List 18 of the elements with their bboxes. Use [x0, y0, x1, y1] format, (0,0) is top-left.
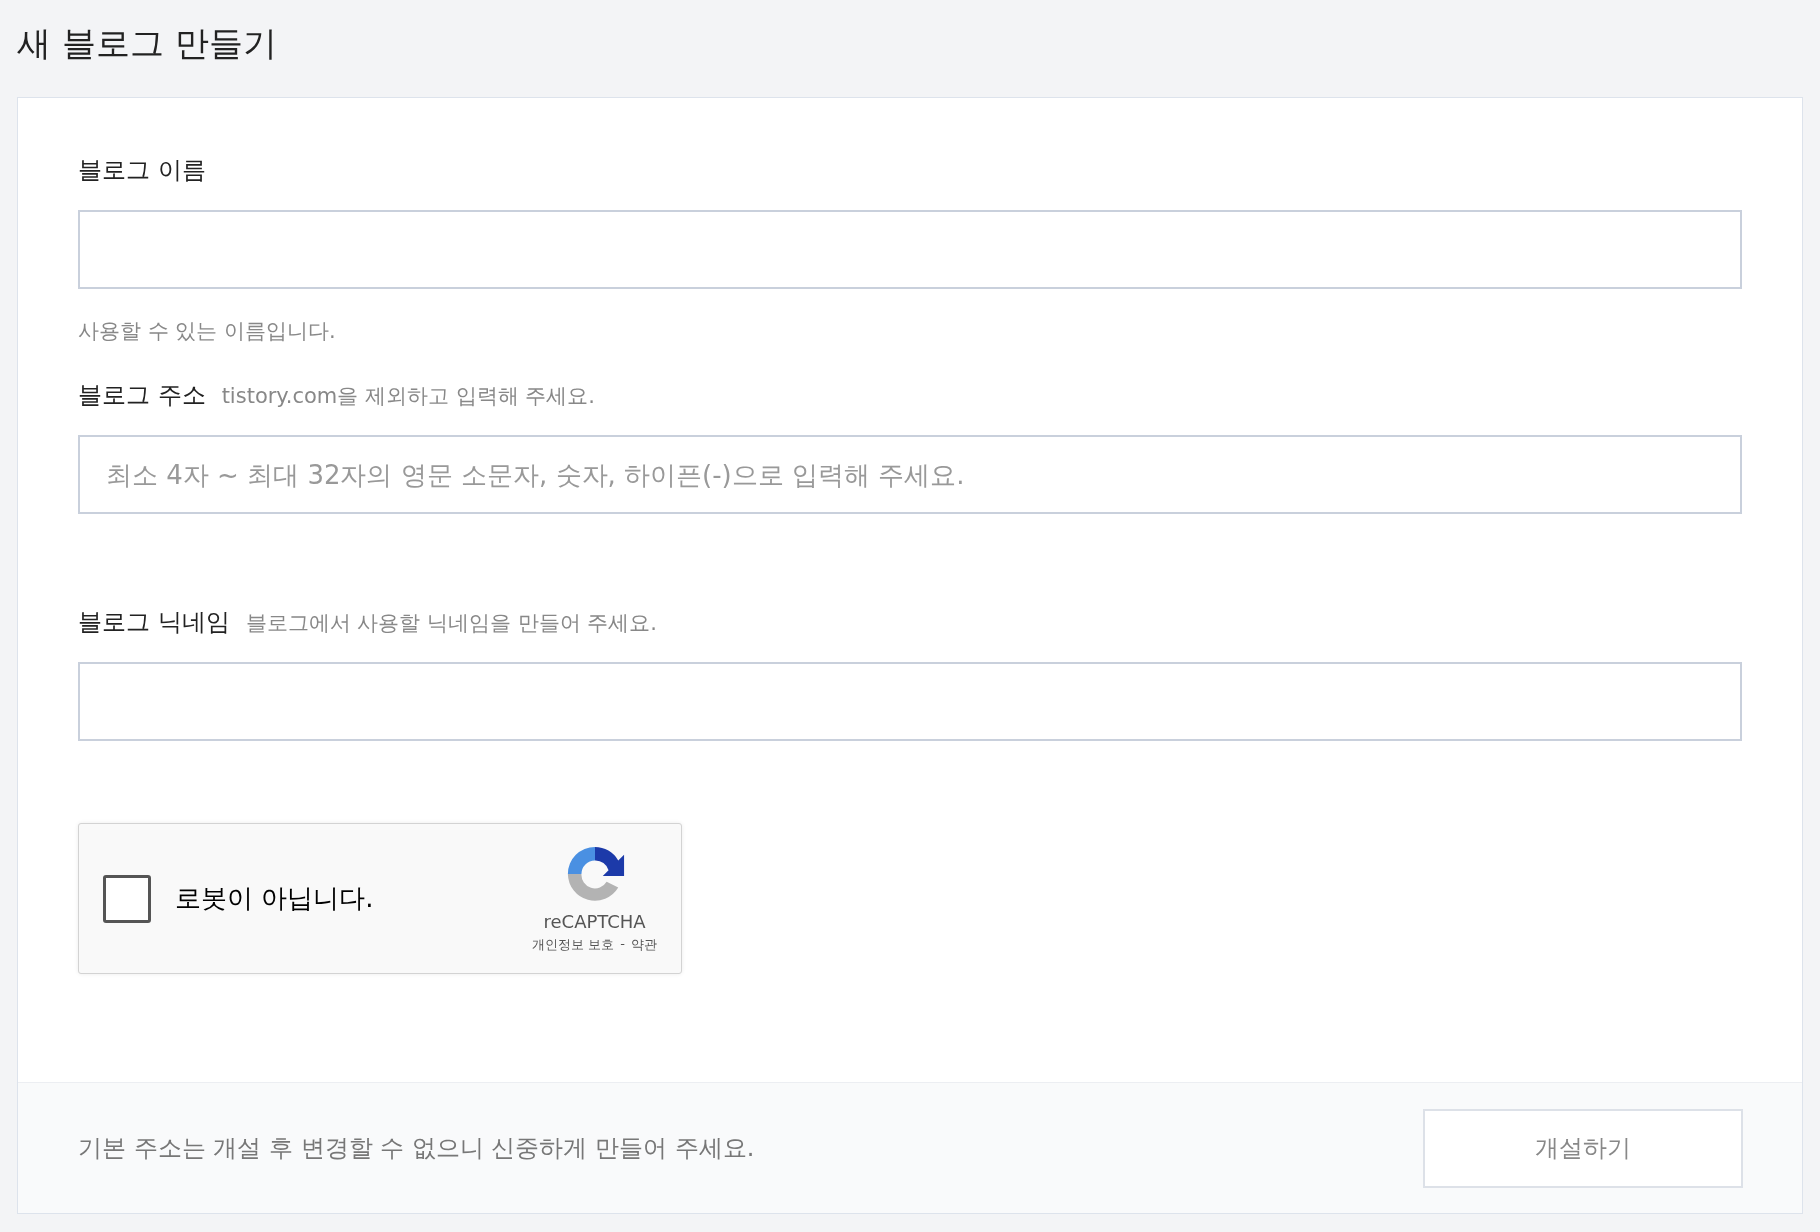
validation-message: 사용할 수 있는 이름입니다.: [78, 318, 337, 345]
field-help-text: tistory.com을 제외하고 입력해 주세요.: [221, 383, 596, 410]
text-input-field[interactable]: [78, 210, 1742, 289]
create-blog-button[interactable]: 개설하기: [1423, 1108, 1743, 1188]
privacy-link[interactable]: 개인정보 보호: [532, 936, 615, 954]
field-help-text: 블로그에서 사용할 닉네임을 만들어 주세요.: [245, 610, 658, 637]
page-title: 새 블로그 만들기: [17, 22, 278, 65]
field-label: 블로그 이름: [78, 155, 206, 186]
captcha-label: 로봇이 아닙니다.: [175, 882, 375, 915]
text-input-field[interactable]: 최소 4자 ~ 최대 32자의 영문 소문자, 숫자, 하이픈(-)으로 입력해 주세요.: [78, 435, 1742, 514]
field-label: 블로그 닉네임: [78, 607, 230, 638]
text-input-field[interactable]: [78, 662, 1742, 741]
field-label: 블로그 주소: [78, 380, 206, 411]
link-separator: -: [620, 936, 625, 953]
footer-notice: 기본 주소는 개설 후 변경할 수 없으니 신중하게 만들어 주세요.: [78, 1133, 755, 1164]
recaptcha-brand-text: reCAPTCHA: [543, 911, 646, 932]
robot-checkbox[interactable]: [103, 874, 151, 923]
terms-link[interactable]: 약관: [631, 936, 657, 954]
